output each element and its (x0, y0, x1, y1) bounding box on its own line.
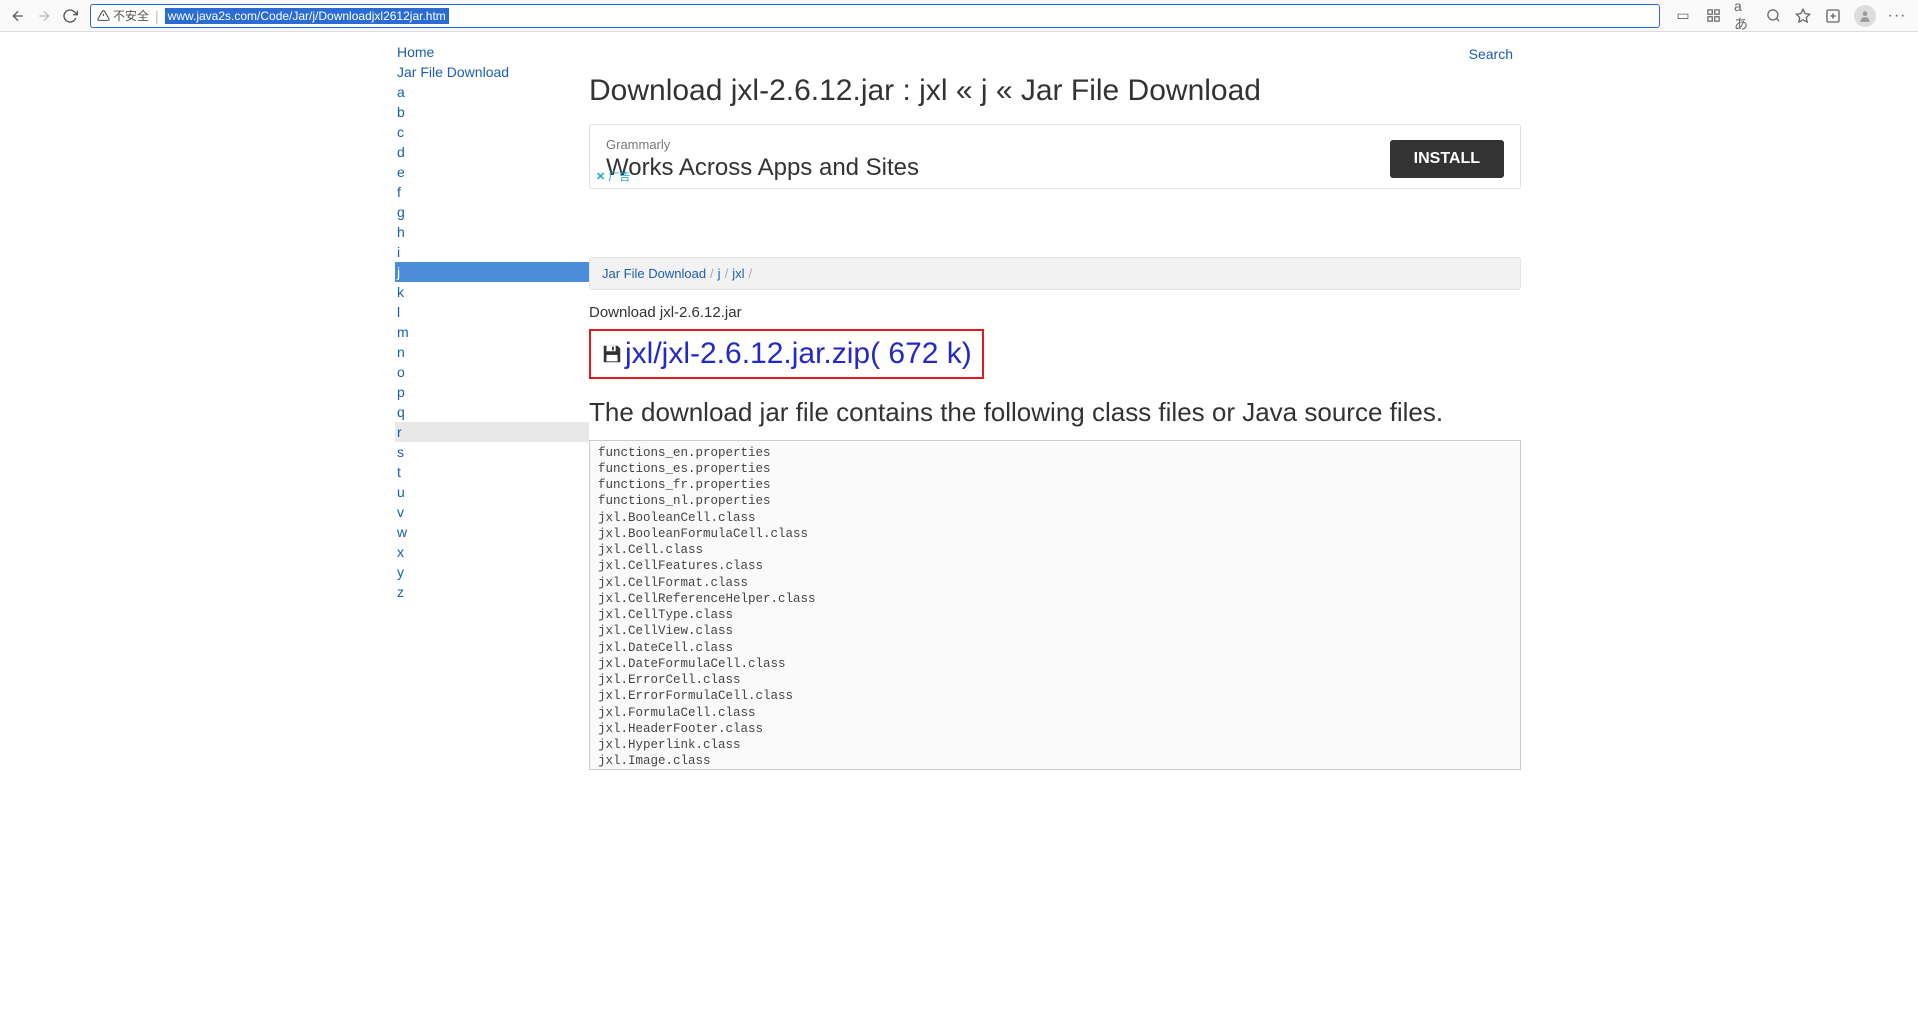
sidebar-item-n[interactable]: n (395, 342, 589, 362)
class-list-heading: The download jar file contains the follo… (589, 395, 1521, 430)
sidebar-item-o[interactable]: o (395, 362, 589, 382)
sidebar-item-g[interactable]: g (395, 202, 589, 222)
file-list-content: functions_en.properties functions_es.pro… (598, 445, 1512, 770)
breadcrumb-item[interactable]: Jar File Download (602, 266, 706, 281)
sidebar-item-t[interactable]: t (395, 462, 589, 482)
file-list-box[interactable]: functions_en.properties functions_es.pro… (589, 440, 1521, 770)
nav-buttons (6, 8, 82, 24)
sidebar-item-m[interactable]: m (395, 322, 589, 342)
sidebar-item-c[interactable]: c (395, 122, 589, 142)
sidebar-item-p[interactable]: p (395, 382, 589, 402)
sidebar-item-v[interactable]: v (395, 502, 589, 522)
breadcrumb-separator: / (721, 266, 733, 281)
sidebar-item-d[interactable]: d (395, 142, 589, 162)
back-icon[interactable] (10, 8, 26, 24)
collections-icon[interactable] (1824, 7, 1842, 25)
profile-icon[interactable] (1854, 5, 1876, 27)
browser-toolbar: 不安全 | www.java2s.com/Code/Jar/j/Download… (0, 0, 1918, 32)
sidebar-item-home[interactable]: Home (395, 42, 589, 62)
sidebar-item-b[interactable]: b (395, 102, 589, 122)
sidebar-item-k[interactable]: k (395, 282, 589, 302)
sidebar-item-l[interactable]: l (395, 302, 589, 322)
address-bar[interactable]: 不安全 | www.java2s.com/Code/Jar/j/Download… (90, 4, 1660, 28)
sidebar-item-x[interactable]: x (395, 542, 589, 562)
close-x-icon: ✕ (596, 171, 605, 183)
sidebar-item-w[interactable]: w (395, 522, 589, 542)
download-link[interactable]: jxl/jxl-2.6.12.jar.zip( 672 k) (601, 337, 972, 370)
sidebar-item-h[interactable]: h (395, 222, 589, 242)
search-link[interactable]: Search (1469, 46, 1513, 62)
ad-install-button[interactable]: INSTALL (1390, 140, 1504, 178)
url-text: www.java2s.com/Code/Jar/j/Downloadjxl261… (165, 8, 449, 24)
breadcrumb: Jar File Download/j/jxl/ (589, 257, 1521, 290)
separator: | (155, 8, 159, 24)
menu-icon[interactable]: ··· (1888, 7, 1906, 25)
ad-brand: Grammarly (606, 137, 1378, 152)
sidebar-item-r[interactable]: r (395, 422, 589, 442)
sidebar-item-i[interactable]: i (395, 242, 589, 262)
search-area: Search (589, 42, 1521, 66)
download-highlight-box: jxl/jxl-2.6.12.jar.zip( 672 k) (589, 329, 984, 379)
forward-icon[interactable] (36, 8, 52, 24)
ad-label: 广告 (608, 171, 630, 183)
reload-icon[interactable] (62, 8, 78, 24)
zoom-icon[interactable] (1764, 7, 1782, 25)
translate-icon[interactable]: aあ (1734, 7, 1752, 25)
page-title: Download jxl-2.6.12.jar : jxl « j « Jar … (589, 72, 1521, 110)
sidebar-nav: HomeJar File Downloadabcdefghijklmnopqrs… (389, 42, 589, 770)
breadcrumb-item[interactable]: jxl (732, 266, 744, 281)
download-link-text: jxl/jxl-2.6.12.jar.zip( 672 k) (625, 337, 972, 370)
sidebar-item-y[interactable]: y (395, 562, 589, 582)
sidebar-item-z[interactable]: z (395, 582, 589, 602)
page-container: HomeJar File Downloadabcdefghijklmnopqrs… (389, 32, 1529, 770)
security-label: 不安全 (113, 7, 149, 24)
sidebar-item-u[interactable]: u (395, 482, 589, 502)
favorite-icon[interactable] (1794, 7, 1812, 25)
toolbar-right: ▭ aあ ··· (1668, 5, 1912, 27)
save-icon (601, 339, 623, 361)
sidebar-item-f[interactable]: f (395, 182, 589, 202)
sidebar-item-q[interactable]: q (395, 402, 589, 422)
breadcrumb-separator: / (706, 266, 718, 281)
sidebar-item-jar-file-download[interactable]: Jar File Download (395, 62, 589, 82)
sidebar-item-a[interactable]: a (395, 82, 589, 102)
ad-banner[interactable]: Grammarly Works Across Apps and Sites IN… (589, 124, 1521, 189)
download-title-line: Download jxl-2.6.12.jar (589, 304, 1521, 321)
qr-icon[interactable] (1704, 7, 1722, 25)
ad-close[interactable]: ✕ 广告 (596, 168, 630, 184)
device-icon[interactable]: ▭ (1674, 7, 1692, 25)
security-warning[interactable]: 不安全 (97, 7, 149, 24)
breadcrumb-separator: / (744, 266, 756, 281)
sidebar-item-e[interactable]: e (395, 162, 589, 182)
ad-headline: Works Across Apps and Sites (606, 154, 1378, 182)
warning-icon (97, 9, 110, 22)
sidebar-item-s[interactable]: s (395, 442, 589, 462)
main-content: Search Download jxl-2.6.12.jar : jxl « j… (589, 42, 1529, 770)
sidebar-item-j[interactable]: j (395, 262, 589, 282)
